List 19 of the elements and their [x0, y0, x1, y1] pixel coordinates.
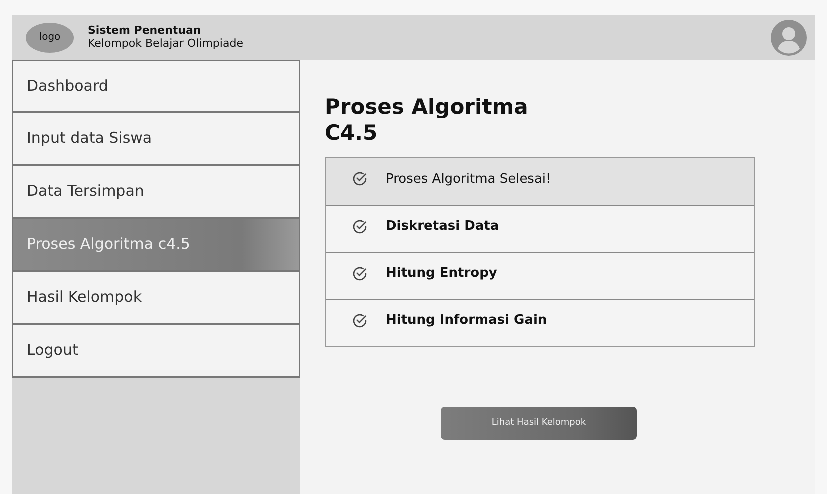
logo: logo: [26, 22, 74, 52]
check-circle-icon: [352, 266, 368, 282]
check-circle-icon: [352, 218, 368, 234]
app-title: Sistem Penentuan: [88, 25, 202, 38]
sidebar-item[interactable]: Dashboard: [12, 60, 300, 113]
step-label: Diskretasi Data: [386, 219, 500, 234]
view-results-button[interactable]: Lihat Hasil Kelompok: [441, 406, 637, 440]
step-label: Proses Algoritma Selesai!: [386, 172, 552, 186]
user-avatar-icon[interactable]: [771, 20, 807, 56]
sidebar-item[interactable]: Logout: [12, 325, 300, 378]
sidebar-item[interactable]: Hasil Kelompok: [12, 272, 300, 325]
sidebar-item[interactable]: Data Tersimpan: [12, 166, 300, 219]
step-label: Hitung Entropy: [386, 266, 498, 281]
check-circle-icon: [352, 171, 368, 187]
check-circle-icon: [352, 312, 368, 328]
sidebar-item[interactable]: Input data Siswa: [12, 113, 300, 166]
app-subtitle: Kelompok Belajar Olimpiade: [88, 38, 244, 50]
step-label: Hitung Informasi Gain: [386, 313, 548, 328]
page-title: Proses Algoritma C4.5: [325, 94, 530, 146]
